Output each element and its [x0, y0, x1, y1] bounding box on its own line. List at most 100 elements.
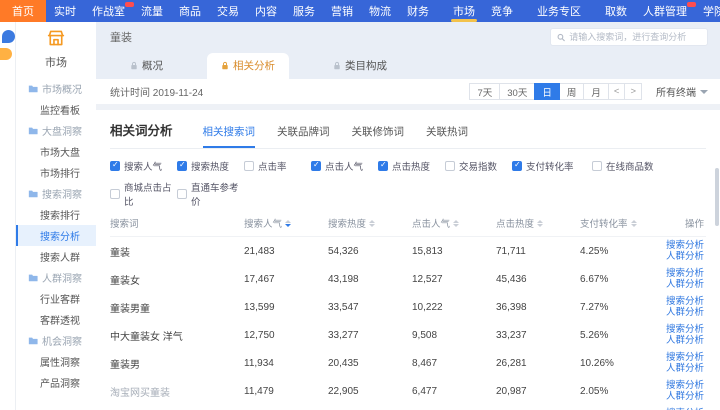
sort-icon[interactable]: [453, 220, 459, 227]
nav-item-12[interactable]: 竞争: [483, 0, 521, 22]
sidebar-group-0[interactable]: 市场概况: [16, 78, 96, 99]
analysis-card: 相关词分析 相关搜索词关联品牌词关联修饰词关联热词 搜索人气搜索热度点击率点击人…: [96, 110, 720, 410]
action-link-1[interactable]: 人群分析: [666, 251, 704, 262]
checkbox-icon: [311, 161, 321, 171]
nav-item-label: 内容: [255, 3, 277, 19]
vertical-scrollbar[interactable]: [715, 168, 719, 226]
period-button[interactable]: 7天: [469, 83, 500, 100]
sidebar-item-8[interactable]: 搜索人群: [16, 246, 96, 267]
period-button[interactable]: 日: [534, 83, 560, 100]
column-header-4[interactable]: 点击热度: [496, 216, 580, 230]
action-link-1[interactable]: 人群分析: [666, 279, 704, 290]
sidebar: 市场 市场概况监控看板大盘洞察市场大盘市场排行搜索洞察搜索排行搜索分析搜索人群人…: [16, 22, 96, 410]
action-link-0[interactable]: 搜索分析: [666, 296, 704, 307]
sidebar-group-9[interactable]: 人群洞察: [16, 267, 96, 288]
sort-icon[interactable]: [537, 220, 543, 227]
search-input[interactable]: [569, 32, 701, 42]
nav-item-15[interactable]: 人群管理: [635, 0, 695, 22]
keyword-search-box[interactable]: [550, 28, 708, 46]
sidebar-group-5[interactable]: 搜索洞察: [16, 183, 96, 204]
metric-checkbox-5[interactable]: 交易指数: [445, 159, 512, 173]
nav-item-13[interactable]: 业务专区: [529, 0, 589, 22]
action-link-0[interactable]: 搜索分析: [666, 324, 704, 335]
nav-item-0[interactable]: 首页: [0, 0, 46, 22]
nav-item-16[interactable]: 学院: [695, 0, 720, 22]
metric-checkbox-7[interactable]: 在线商品数: [592, 159, 659, 173]
folder-icon: [28, 126, 38, 135]
sidebar-item-3[interactable]: 市场大盘: [16, 141, 96, 162]
sort-icon[interactable]: [285, 220, 291, 227]
tab-0[interactable]: 概况: [116, 53, 177, 79]
word-tab-1[interactable]: 关联品牌词: [277, 124, 330, 148]
nav-item-3[interactable]: 流量: [133, 0, 171, 22]
sidebar-item-4[interactable]: 市场排行: [16, 162, 96, 183]
action-link-0[interactable]: 搜索分析: [666, 352, 704, 363]
tab-1[interactable]: 相关分析: [207, 53, 289, 79]
action-link-1[interactable]: 人群分析: [666, 307, 704, 318]
folder-icon: [28, 273, 38, 282]
nav-item-5[interactable]: 交易: [209, 0, 247, 22]
metric-checkbox-4[interactable]: 点击热度: [378, 159, 445, 173]
sidebar-group-12[interactable]: 机会洞察: [16, 330, 96, 351]
nav-item-6[interactable]: 内容: [247, 0, 285, 22]
sort-icon[interactable]: [369, 220, 375, 227]
action-link-0[interactable]: 搜索分析: [666, 380, 704, 391]
nav-item-7[interactable]: 服务: [285, 0, 323, 22]
sidebar-item-10[interactable]: 行业客群: [16, 288, 96, 309]
column-label: 点击人气: [412, 216, 450, 230]
period-button[interactable]: 周: [559, 83, 585, 100]
action-link-1[interactable]: 人群分析: [666, 363, 704, 374]
period-button[interactable]: 30天: [499, 83, 535, 100]
nav-item-2[interactable]: 作战室: [84, 0, 133, 22]
action-link-0[interactable]: 搜索分析: [666, 268, 704, 279]
action-link-1[interactable]: 人群分析: [666, 391, 704, 402]
metric-label: 交易指数: [459, 159, 497, 173]
nav-item-1[interactable]: 实时: [46, 0, 84, 22]
tab-2[interactable]: 类目构成: [319, 53, 401, 79]
sidebar-item-14[interactable]: 产品洞察: [16, 372, 96, 393]
sidebar-group-2[interactable]: 大盘洞察: [16, 120, 96, 141]
sidebar-item-6[interactable]: 搜索排行: [16, 204, 96, 225]
metric-checkbox-3[interactable]: 点击人气: [311, 159, 378, 173]
column-header-1[interactable]: 搜索人气: [244, 216, 328, 230]
column-label: 搜索热度: [328, 216, 366, 230]
metric-checkbox-2[interactable]: 点击率: [244, 159, 311, 173]
action-link-1[interactable]: 人群分析: [666, 335, 704, 346]
value-cell: 6,477: [412, 386, 496, 397]
metric-checkbox-0[interactable]: 搜索人气: [110, 159, 177, 173]
column-header-5[interactable]: 支付转化率: [580, 216, 664, 230]
metric-checkbox-9[interactable]: 直通车参考价: [177, 180, 244, 208]
prev-date-button[interactable]: <: [608, 83, 626, 100]
tab-label: 类目构成: [345, 58, 387, 73]
sidebar-item-label: 行业客群: [40, 291, 80, 306]
nav-item-label: 作战室: [92, 3, 125, 19]
word-tab-2[interactable]: 关联修饰词: [352, 124, 405, 148]
sidebar-item-1[interactable]: 监控看板: [16, 99, 96, 120]
nav-item-14[interactable]: 取数: [597, 0, 635, 22]
word-tab-3[interactable]: 关联热词: [426, 124, 468, 148]
sidebar-item-7[interactable]: 搜索分析: [16, 225, 96, 246]
nav-item-8[interactable]: 营销: [323, 0, 361, 22]
panel-title: 相关词分析: [110, 120, 173, 148]
metric-checkbox-8[interactable]: 商城点击占比: [110, 180, 177, 208]
nav-item-4[interactable]: 商品: [171, 0, 209, 22]
nav-item-9[interactable]: 物流: [361, 0, 399, 22]
nav-item-10[interactable]: 财务: [399, 0, 437, 22]
sidebar-item-11[interactable]: 客群透视: [16, 309, 96, 330]
column-header-0: 搜索词: [110, 216, 244, 230]
nav-item-11[interactable]: 市场: [445, 0, 483, 22]
metric-checkbox-6[interactable]: 支付转化率: [512, 159, 592, 173]
sort-icon[interactable]: [631, 220, 637, 227]
word-tab-0[interactable]: 相关搜索词: [203, 124, 256, 148]
nav-item-label: 物流: [369, 3, 391, 19]
column-header-3[interactable]: 点击人气: [412, 216, 496, 230]
period-button[interactable]: 月: [583, 83, 609, 100]
sidebar-item-13[interactable]: 属性洞察: [16, 351, 96, 372]
metric-checkbox-1[interactable]: 搜索热度: [177, 159, 244, 173]
checkbox-icon: [378, 161, 388, 171]
terminal-dropdown[interactable]: 所有终端: [656, 84, 708, 99]
action-link-0[interactable]: 搜索分析: [666, 240, 704, 251]
next-date-button[interactable]: >: [624, 83, 642, 100]
column-header-2[interactable]: 搜索热度: [328, 216, 412, 230]
lock-icon: [333, 61, 341, 70]
